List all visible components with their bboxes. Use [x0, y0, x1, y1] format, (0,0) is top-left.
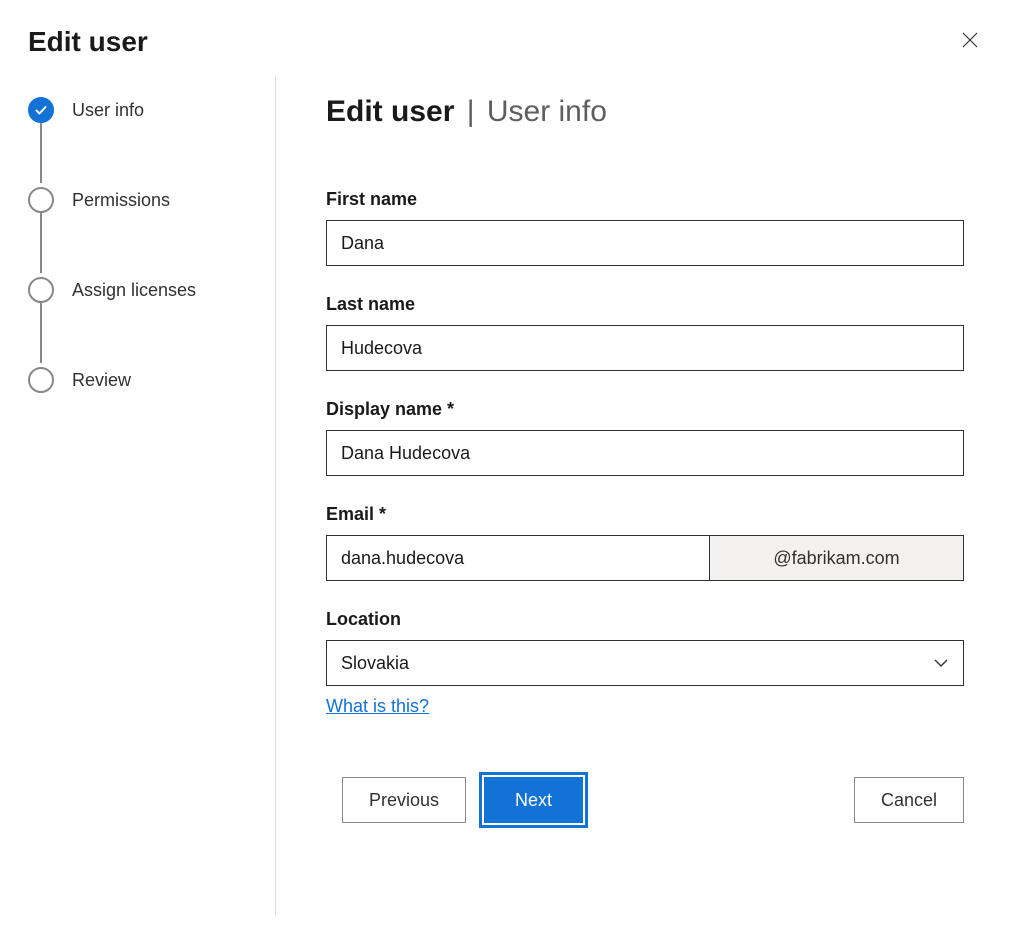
step-review[interactable]: Review	[28, 365, 275, 395]
email-local-input[interactable]	[326, 535, 710, 581]
last-name-label: Last name	[326, 294, 964, 315]
step-user-info[interactable]: User info	[28, 95, 275, 125]
step-label: User info	[72, 100, 144, 121]
step-connector	[40, 303, 42, 363]
button-row: Previous Next Cancel	[326, 777, 964, 823]
email-label: Email *	[326, 504, 964, 525]
step-indicator	[28, 187, 54, 213]
last-name-input[interactable]	[326, 325, 964, 371]
last-name-group: Last name	[326, 294, 964, 371]
display-name-label: Display name *	[326, 399, 964, 420]
close-button[interactable]	[954, 24, 986, 59]
step-indicator	[28, 367, 54, 393]
step-label: Assign licenses	[72, 280, 196, 301]
display-name-group: Display name *	[326, 399, 964, 476]
step-label: Review	[72, 370, 131, 391]
email-domain: @fabrikam.com	[710, 535, 964, 581]
step-permissions[interactable]: Permissions	[28, 185, 275, 215]
step-label: Permissions	[72, 190, 170, 211]
email-group: Email * @fabrikam.com	[326, 504, 964, 581]
step-connector	[40, 123, 42, 183]
wizard-steps: User info Permissions Assign licenses Re…	[28, 75, 276, 915]
first-name-group: First name	[326, 189, 964, 266]
step-connector	[40, 213, 42, 273]
next-button[interactable]: Next	[484, 777, 583, 823]
cancel-button[interactable]: Cancel	[854, 777, 964, 823]
previous-button[interactable]: Previous	[342, 777, 466, 823]
close-icon	[960, 30, 980, 50]
location-group: Location Slovakia What is this?	[326, 609, 964, 717]
page-heading: Edit user | User info	[326, 95, 964, 129]
step-indicator	[28, 277, 54, 303]
heading-bold: Edit user	[326, 95, 454, 128]
first-name-label: First name	[326, 189, 964, 210]
location-label: Location	[326, 609, 964, 630]
main-panel: Edit user | User info First name Last na…	[276, 75, 1014, 915]
location-select[interactable]: Slovakia	[326, 640, 964, 686]
dialog-title: Edit user	[28, 26, 148, 58]
first-name-input[interactable]	[326, 220, 964, 266]
heading-section: User info	[487, 95, 607, 128]
location-help-link[interactable]: What is this?	[326, 696, 429, 717]
step-assign-licenses[interactable]: Assign licenses	[28, 275, 275, 305]
check-icon	[34, 103, 48, 117]
display-name-input[interactable]	[326, 430, 964, 476]
step-indicator-active	[28, 97, 54, 123]
dialog-header: Edit user	[0, 0, 1014, 75]
